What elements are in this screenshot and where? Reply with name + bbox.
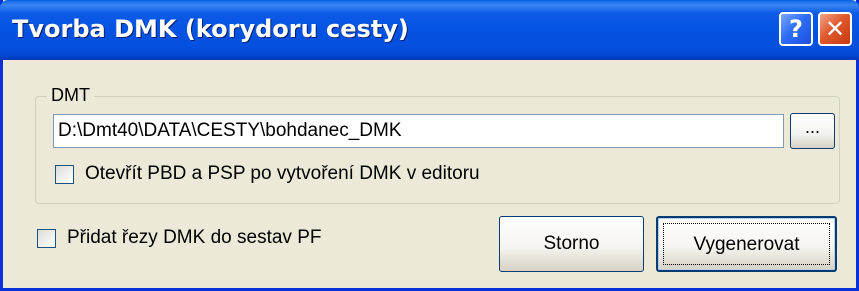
open-in-editor-label[interactable]: Otevřít PBD a PSP po vytvoření DMK v edi… (85, 163, 480, 185)
dmt-path-input[interactable]: D:\Dmt40\DATA\CESTY\bohdanec_DMK (53, 114, 784, 148)
close-icon: ✕ (824, 15, 846, 43)
title-bar[interactable]: Tvorba DMK (korydoru cesty) ? ✕ (0, 0, 859, 60)
close-button[interactable]: ✕ (818, 12, 852, 46)
help-icon: ? (789, 15, 803, 43)
open-in-editor-checkbox[interactable] (55, 165, 74, 184)
browse-button[interactable]: ... (790, 113, 835, 149)
dmt-group-label: DMT (47, 84, 94, 106)
add-sections-checkbox[interactable] (37, 229, 56, 248)
add-sections-label[interactable]: Přidat řezy DMK do sestav PF (67, 227, 321, 249)
cancel-button[interactable]: Storno (499, 216, 644, 272)
generate-button-label: Vygenerovat (693, 234, 800, 255)
generate-button[interactable]: Vygenerovat (656, 216, 837, 272)
dmt-groupbox (35, 96, 840, 204)
dialog-window: Tvorba DMK (korydoru cesty) ? ✕ DMT D:\D… (0, 0, 859, 291)
window-title: Tvorba DMK (korydoru cesty) (12, 15, 409, 43)
help-button[interactable]: ? (779, 12, 813, 46)
